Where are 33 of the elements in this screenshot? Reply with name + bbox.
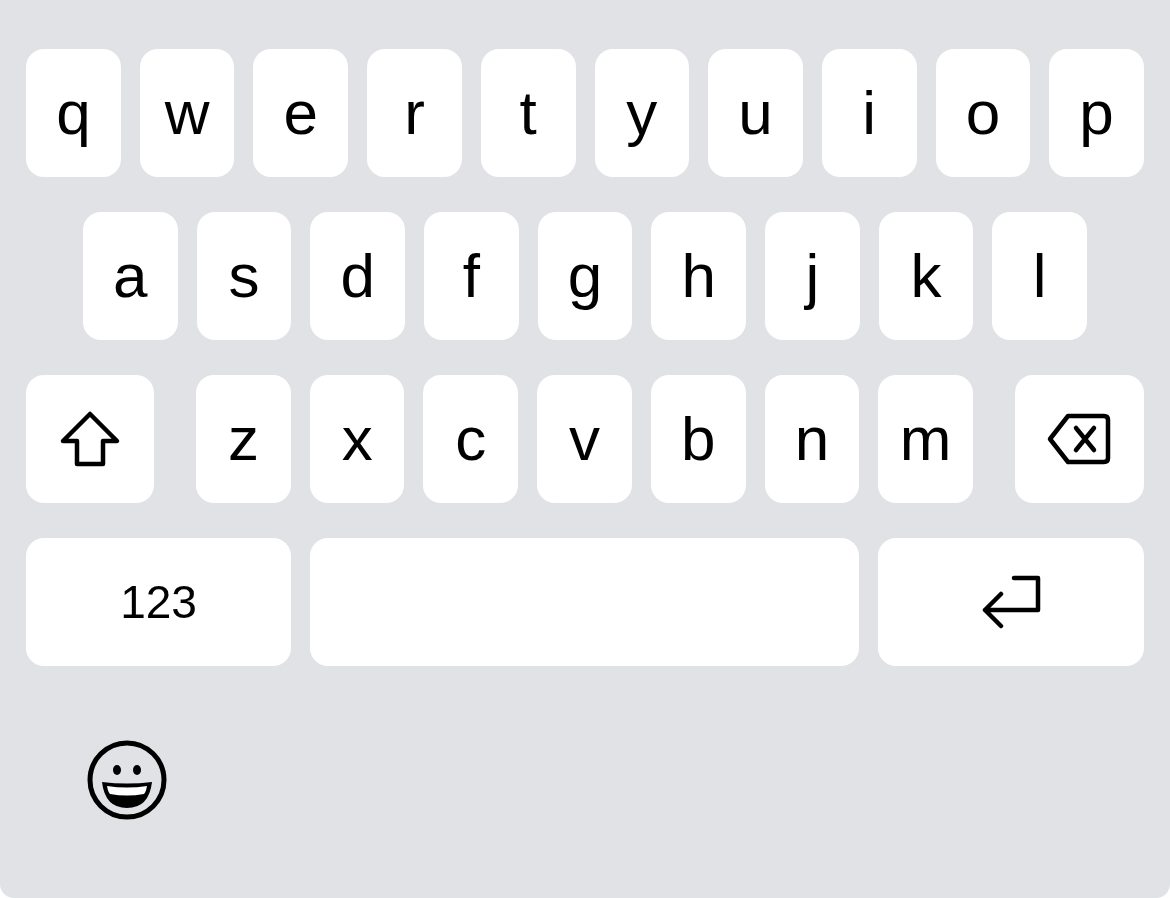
- letter-key[interactable]: g: [537, 212, 633, 340]
- letter-key[interactable]: r: [367, 49, 462, 177]
- letter-key[interactable]: c: [423, 375, 519, 503]
- letter-key[interactable]: i: [821, 49, 917, 177]
- letter-key[interactable]: n: [764, 375, 860, 503]
- numbers-key[interactable]: 123: [26, 538, 291, 666]
- letter-key[interactable]: s: [196, 212, 292, 340]
- delete-key[interactable]: [1014, 375, 1144, 503]
- shift-key[interactable]: [26, 375, 155, 503]
- letter-key[interactable]: k: [878, 212, 974, 340]
- letter-key[interactable]: d: [310, 212, 405, 340]
- letter-key[interactable]: a: [82, 212, 178, 340]
- letter-key[interactable]: j: [765, 212, 860, 340]
- letter-key[interactable]: b: [650, 375, 746, 503]
- letter-key[interactable]: l: [992, 212, 1088, 340]
- letter-key[interactable]: f: [423, 212, 519, 340]
- letter-key[interactable]: w: [139, 49, 235, 177]
- letter-key[interactable]: v: [537, 375, 632, 503]
- letter-key[interactable]: y: [594, 49, 690, 177]
- shift-icon: [59, 410, 122, 468]
- letter-key[interactable]: z: [196, 375, 291, 503]
- letter-key[interactable]: e: [253, 49, 349, 177]
- backspace-icon: [1047, 413, 1112, 465]
- letter-key[interactable]: u: [708, 49, 803, 177]
- letter-key[interactable]: h: [651, 212, 747, 340]
- letter-key[interactable]: m: [878, 375, 973, 503]
- letter-key[interactable]: q: [26, 49, 121, 177]
- smiley-icon[interactable]: [87, 740, 167, 820]
- letter-key[interactable]: o: [935, 49, 1031, 177]
- letter-key[interactable]: t: [480, 49, 576, 177]
- return-arrow-icon: [980, 575, 1042, 629]
- letter-key[interactable]: x: [309, 375, 405, 503]
- letter-key[interactable]: p: [1049, 49, 1144, 177]
